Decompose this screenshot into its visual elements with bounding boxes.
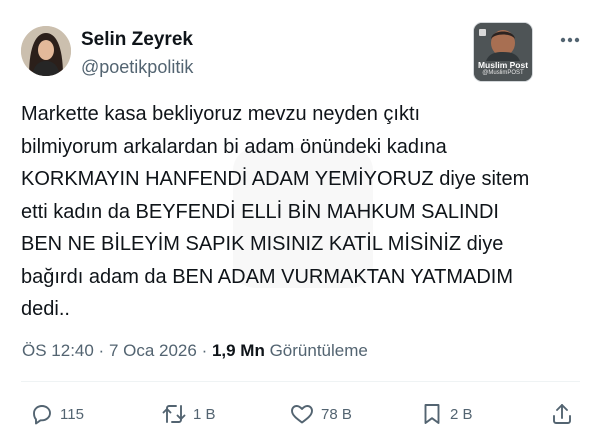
views-label: Görüntüleme — [264, 341, 368, 360]
action-bar: 115 1 B 78 B 2 B — [0, 397, 601, 431]
tweet-text-line: dedi.. — [21, 298, 70, 320]
more-options-button[interactable] — [556, 30, 584, 50]
reply-count: 115 — [60, 405, 84, 423]
views-count: 1,9 Mn — [211, 341, 265, 360]
bookmark-count: 2 B — [450, 405, 473, 423]
repost-button[interactable]: 1 B — [161, 397, 216, 431]
tweet-text-line: bilmiyorum arkalardan bi adam önündeki k… — [21, 135, 447, 158]
handle[interactable]: @poetikpolitik — [81, 56, 193, 78]
tweet-text: Markette kasa bekliyoruz mevzu neyden çı… — [21, 98, 586, 326]
tweet-text-line: bağırdı adam da BEN ADAM VURMAKTAN YATMA… — [21, 265, 513, 288]
repost-icon — [162, 405, 186, 423]
like-count: 78 B — [321, 405, 352, 423]
tweet-text-line: BEN NE BİLEYİM SAPIK MISINIZ KATİL MİSİN… — [21, 233, 504, 255]
tweet-date[interactable]: 7 Oca 2026 — [109, 341, 197, 360]
meta-separator: · — [196, 341, 212, 360]
tweet-meta: ÖS 12:40 · 7 Oca 2026 · 1,9 Mn Görüntüle… — [22, 341, 368, 361]
bookmark-button[interactable]: 2 B — [420, 397, 473, 431]
repost-count: 1 B — [193, 405, 216, 423]
reply-icon — [33, 405, 51, 425]
tweet-text-line: etti kadın da BEYFENDİ ELLİ BİN MAHKUM S… — [21, 200, 499, 223]
meta-separator: · — [93, 341, 109, 360]
share-icon — [553, 404, 571, 424]
badge-subtitle: @MuslimPOST — [482, 70, 524, 76]
like-button[interactable]: 78 B — [289, 397, 352, 431]
more-horizontal-icon — [560, 37, 580, 43]
heart-icon — [291, 405, 313, 424]
tweet-text-line: Markette kasa bekliyoruz mevzu neyden çı… — [21, 103, 421, 125]
avatar-photo — [21, 26, 71, 76]
muslim-post-badge: Muslim Post @MuslimPOST — [473, 22, 533, 82]
reply-button[interactable]: 115 — [30, 397, 84, 431]
author-info: Selin Zeyrek @poetikpolitik — [81, 29, 193, 78]
avatar[interactable] — [21, 26, 71, 76]
share-button[interactable] — [550, 397, 574, 431]
tweet-time[interactable]: ÖS 12:40 — [22, 341, 94, 360]
display-name[interactable]: Selin Zeyrek — [81, 29, 193, 51]
tweet-card: Selin Zeyrek @poetikpolitik Muslim Post … — [0, 0, 601, 448]
badge-title: Muslim Post — [477, 60, 529, 70]
tweet-text-line: KORKMAYIN HANFENDİ ADAM YEMİYORUZ diye s… — [21, 168, 530, 190]
bookmark-icon — [424, 404, 440, 424]
divider — [21, 381, 580, 382]
